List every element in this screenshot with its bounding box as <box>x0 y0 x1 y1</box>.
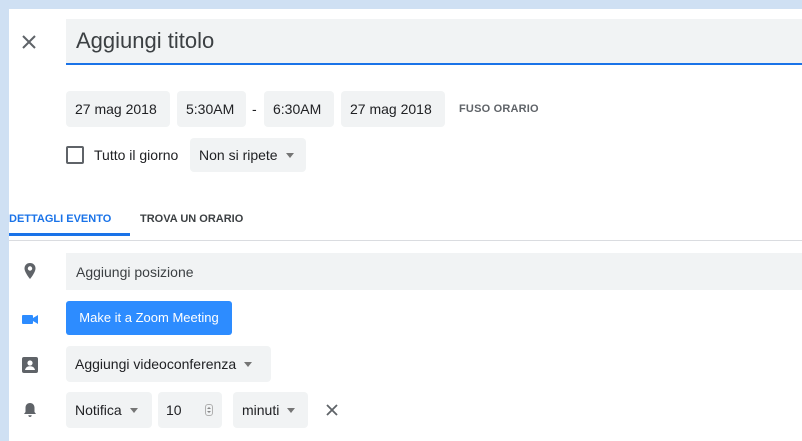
timezone-button[interactable]: FUSO ORARIO <box>459 91 539 127</box>
active-tab-indicator <box>9 233 130 236</box>
tab-event-details[interactable]: DETTAGLI EVENTO <box>9 205 111 235</box>
conference-dropdown[interactable]: Aggiungi videoconferenza <box>66 346 271 382</box>
notification-unit-value: minuti <box>242 402 280 418</box>
location-pin-icon <box>24 263 36 279</box>
tabs-divider <box>9 240 802 241</box>
close-icon[interactable] <box>20 33 38 51</box>
time-separator: - <box>252 101 257 117</box>
notification-amount-value: 10 <box>166 402 182 418</box>
video-camera-icon <box>22 315 38 324</box>
all-day-checkbox[interactable] <box>66 146 84 164</box>
conference-value: Aggiungi videoconferenza <box>75 356 237 372</box>
notification-type-dropdown[interactable]: Notifica <box>66 392 152 428</box>
start-time-button[interactable]: 5:30AM <box>177 91 246 127</box>
title-input[interactable] <box>66 19 802 63</box>
all-day-label: Tutto il giorno <box>94 147 179 163</box>
chevron-down-icon <box>287 407 296 413</box>
chevron-down-icon <box>244 361 253 367</box>
zoom-meeting-button[interactable]: Make it a Zoom Meeting <box>66 301 232 335</box>
end-time-button[interactable]: 6:30AM <box>264 91 334 127</box>
location-input[interactable] <box>66 253 802 290</box>
notification-type-value: Notifica <box>75 402 122 418</box>
repeat-dropdown[interactable]: Non si ripete <box>190 138 306 172</box>
bell-icon <box>24 403 36 417</box>
tab-find-a-time[interactable]: TROVA UN ORARIO <box>140 205 243 235</box>
chevron-down-icon <box>129 407 138 413</box>
end-date-button[interactable]: 27 mag 2018 <box>341 91 445 127</box>
remove-notification-icon[interactable] <box>324 402 340 418</box>
start-date-button[interactable]: 27 mag 2018 <box>66 91 170 127</box>
title-field-container <box>66 19 802 65</box>
contact-card-icon <box>22 357 38 373</box>
chevron-down-icon <box>285 152 294 158</box>
stepper-arrows-icon[interactable] <box>205 404 213 416</box>
notification-amount-stepper[interactable]: 10 <box>158 392 222 428</box>
notification-unit-dropdown[interactable]: minuti <box>233 392 308 428</box>
repeat-value: Non si ripete <box>199 147 278 163</box>
